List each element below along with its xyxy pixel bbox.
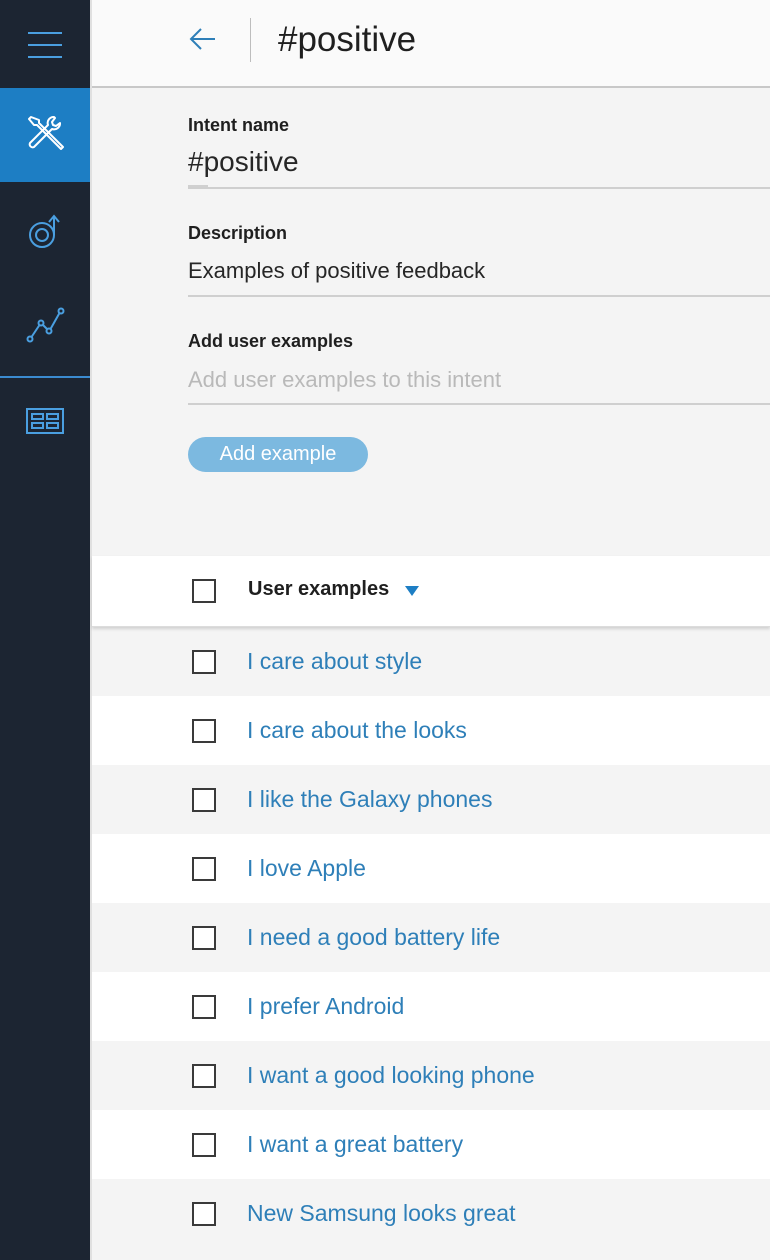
intent-form: Intent name #positive Description Exampl… [92,88,770,554]
line-chart-icon [25,305,65,350]
menu-button[interactable] [0,0,90,94]
row-checkbox[interactable] [192,1202,216,1226]
row-checkbox[interactable] [192,788,216,812]
sidebar-item-analytics[interactable] [0,280,90,374]
example-text[interactable]: I love Apple [247,855,366,882]
row-checkbox[interactable] [192,650,216,674]
example-text[interactable]: I prefer Android [247,993,404,1020]
description-input[interactable]: Examples of positive feedback [188,258,485,284]
page-header: #positive [92,0,770,88]
select-all-checkbox[interactable] [192,579,216,603]
example-text[interactable]: I like the Galaxy phones [247,786,492,813]
tools-icon [25,113,65,158]
user-example-input[interactable]: Add user examples to this intent [188,367,501,393]
row-checkbox[interactable] [192,1133,216,1157]
table-row: I like the Galaxy phones [92,765,770,834]
row-checkbox[interactable] [192,1064,216,1088]
sidebar-item-build[interactable] [0,88,90,182]
row-checkbox[interactable] [192,926,216,950]
table-row: I love Apple [92,834,770,903]
table-row: I need a good battery life [92,903,770,972]
user-example-underline [188,403,770,405]
back-arrow-icon [189,27,217,56]
table-row: I want a good looking phone [92,1041,770,1110]
row-checkbox[interactable] [192,719,216,743]
header-separator [250,18,251,62]
sidebar [0,0,90,1260]
description-underline [188,295,770,297]
description-label: Description [188,223,288,243]
example-text[interactable]: New Samsung looks great [247,1200,515,1227]
examples-list: I care about style I care about the look… [92,627,770,1248]
example-text[interactable]: I want a great battery [247,1131,463,1158]
intent-name-underline [188,187,770,189]
table-row: I prefer Android [92,972,770,1041]
example-text[interactable]: I need a good battery life [247,924,500,951]
example-text[interactable]: I want a good looking phone [247,1062,535,1089]
table-row: New Samsung looks great [92,1179,770,1248]
example-text[interactable]: I care about the looks [247,717,467,744]
example-text[interactable]: I care about style [247,648,422,675]
sort-descending-icon[interactable] [404,584,420,602]
hamburger-menu-icon [27,30,63,65]
intent-name-input[interactable]: #positive [188,146,299,178]
table-row: I care about the looks [92,696,770,765]
dashboard-grid-icon [25,406,65,441]
column-header-user-examples[interactable]: User examples [248,578,389,601]
sidebar-item-improve[interactable] [0,186,90,280]
sidebar-item-deploy[interactable] [0,376,90,470]
app-window: #positive Intent name #positive Descript… [0,0,770,1260]
back-button[interactable] [186,24,220,58]
user-examples-label: Add user examples [188,331,354,351]
improve-cycle-icon [25,211,65,256]
table-header: User examples [92,556,770,627]
table-row: I want a great battery [92,1110,770,1179]
table-row: I care about style [92,627,770,696]
row-checkbox[interactable] [192,857,216,881]
intent-name-label: Intent name [188,115,290,135]
add-example-button[interactable]: Add example [188,437,368,472]
page-title: #positive [278,20,417,59]
row-checkbox[interactable] [192,995,216,1019]
